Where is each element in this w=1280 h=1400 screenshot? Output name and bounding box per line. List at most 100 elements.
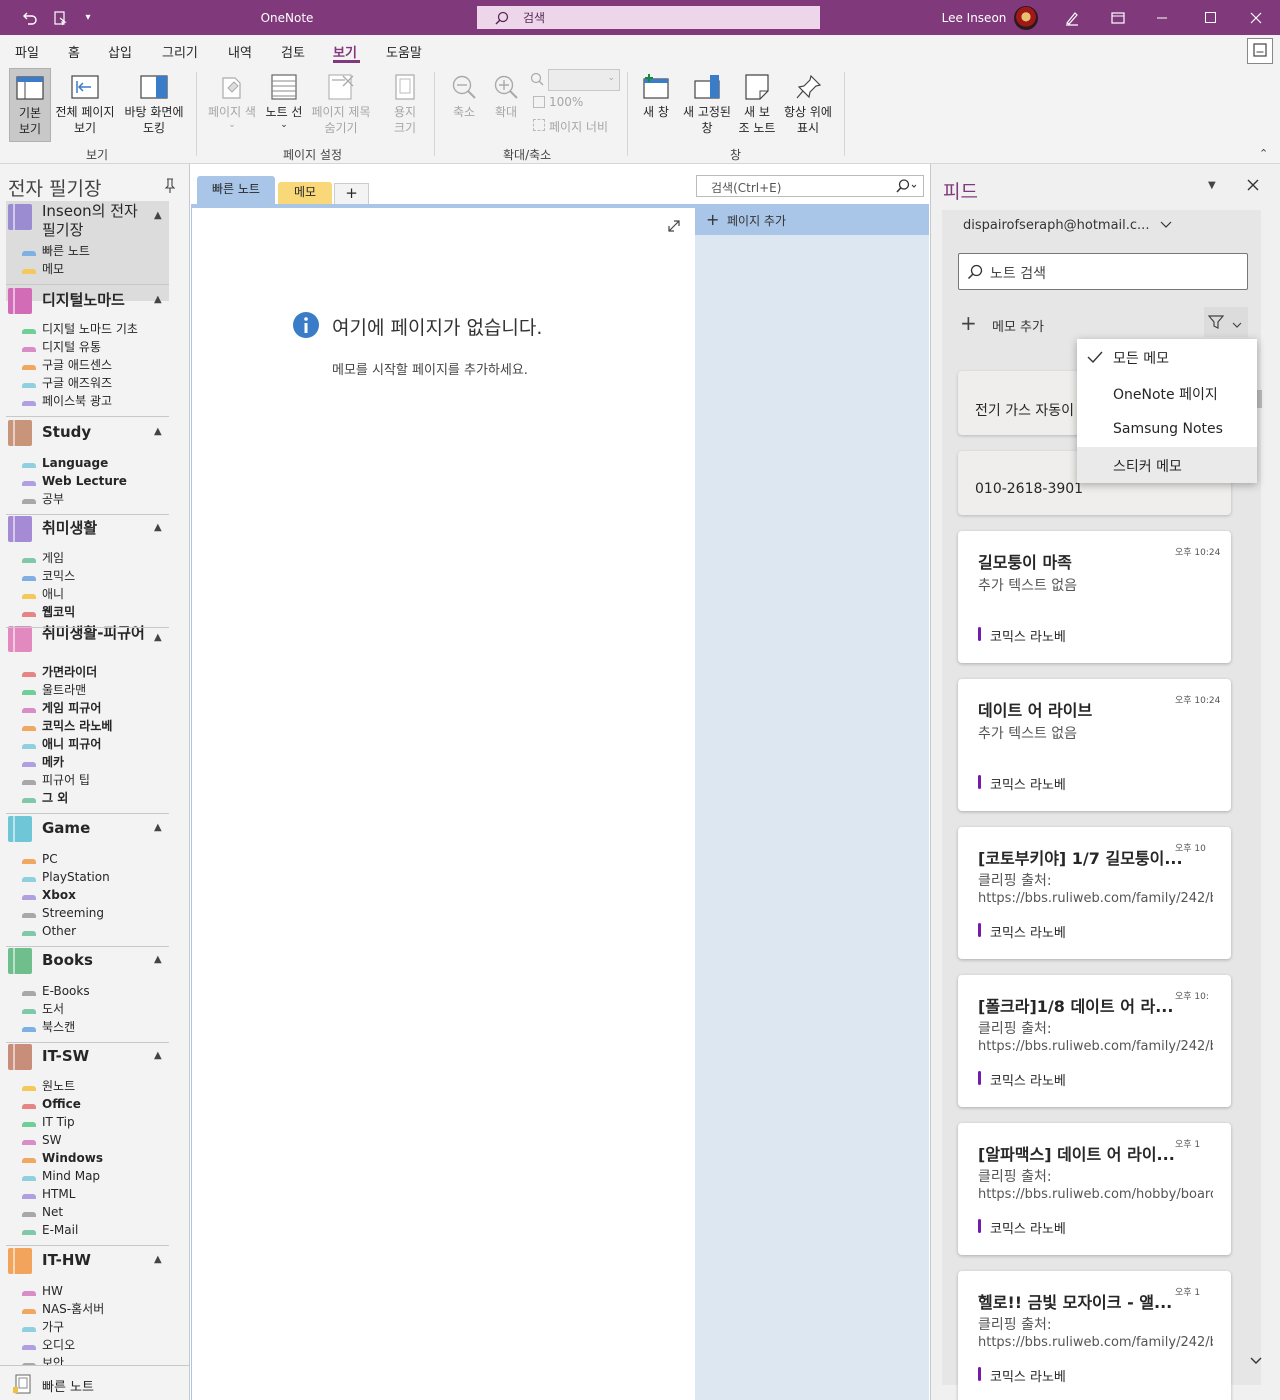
user-name[interactable]: Lee Inseon: [936, 0, 1012, 35]
tab-help[interactable]: 도움말: [386, 42, 422, 61]
tab-insert[interactable]: 삽입: [108, 42, 132, 61]
feed-options-icon[interactable]: ▼: [1208, 180, 1216, 191]
collapse-caret-icon[interactable]: ▲: [154, 822, 162, 833]
collapse-caret-icon[interactable]: ▲: [154, 632, 162, 643]
section-item[interactable]: NAS-홈서버: [42, 1300, 104, 1318]
zoom-100-button[interactable]: 100%: [549, 95, 583, 109]
section-item[interactable]: 코믹스 라노베: [42, 717, 112, 735]
collapse-caret-icon[interactable]: ▲: [154, 1254, 162, 1265]
section-item[interactable]: 빠른 노트: [42, 242, 90, 260]
section-item[interactable]: 메카: [42, 753, 64, 771]
section-item[interactable]: Xbox: [42, 886, 76, 904]
section-item[interactable]: Language: [42, 454, 108, 472]
tab-review[interactable]: 검토: [281, 42, 305, 61]
maximize-icon[interactable]: [1198, 0, 1222, 35]
tab-home[interactable]: 홈: [68, 42, 80, 61]
ribbon-display-icon[interactable]: [1106, 0, 1130, 35]
section-item[interactable]: 구글 애즈워즈: [42, 374, 112, 392]
paper-size-button[interactable]: 용지 크기: [384, 74, 426, 136]
collapse-caret-icon[interactable]: ▲: [154, 426, 162, 437]
section-item[interactable]: 디지털 유통: [42, 338, 101, 356]
quick-notes-bar[interactable]: 빠른 노트: [0, 1365, 189, 1400]
undo-icon[interactable]: [18, 0, 42, 35]
filter-option-sticky[interactable]: 스티커 메모: [1077, 447, 1257, 483]
page-width-button[interactable]: 페이지 너비: [549, 118, 608, 135]
expand-icon[interactable]: [667, 219, 683, 235]
feed-note-card[interactable]: [폴크라]1/8 데이트 어 라... 오후 10: 클리핑 출처: https://…: [958, 975, 1231, 1107]
notebook-header[interactable]: IT-SW ▲: [8, 1044, 170, 1078]
section-item[interactable]: 구글 애드센스: [42, 356, 112, 374]
section-item[interactable]: 원노트: [42, 1077, 75, 1095]
section-item[interactable]: 게임: [42, 549, 64, 567]
tab-view[interactable]: 보기: [333, 42, 357, 61]
section-item[interactable]: SW: [42, 1131, 61, 1149]
rule-lines-button[interactable]: 노트 선 ⌄: [262, 74, 306, 130]
new-side-note-button[interactable]: 새 보 조 노트: [735, 74, 779, 136]
section-item[interactable]: 페이스북 광고: [42, 392, 112, 410]
notebook-header[interactable]: Books ▲: [8, 948, 170, 982]
always-on-top-button[interactable]: 항상 위에 표시: [780, 74, 836, 136]
section-item[interactable]: Streeming: [42, 904, 104, 922]
section-item[interactable]: HW: [42, 1282, 63, 1300]
search-icon[interactable]: [895, 179, 919, 196]
section-item[interactable]: Mind Map: [42, 1167, 100, 1185]
section-tab-memo[interactable]: 메모: [278, 182, 332, 206]
collapse-ribbon-icon[interactable]: ⌃: [1259, 147, 1268, 160]
feed-toggle-button[interactable]: [1247, 38, 1273, 64]
avatar[interactable]: [1012, 0, 1040, 35]
tab-draw[interactable]: 그리기: [162, 42, 198, 61]
customize-toolbar-icon[interactable]: ▾: [80, 0, 96, 35]
scroll-down-icon[interactable]: [1250, 1354, 1262, 1368]
filter-option-onenote[interactable]: OneNote 페이지: [1077, 375, 1257, 411]
touch-mode-icon[interactable]: [48, 0, 72, 35]
normal-view-button[interactable]: 기본 보기: [9, 68, 51, 142]
section-item[interactable]: E-Mail: [42, 1221, 78, 1239]
collapse-caret-icon[interactable]: ▲: [154, 954, 162, 965]
close-feed-icon[interactable]: [1247, 179, 1261, 193]
notebook-header[interactable]: Game ▲: [8, 816, 170, 850]
section-item[interactable]: 애니 피규어: [42, 735, 101, 753]
feed-note-card[interactable]: 헬로!! 금빛 모자이크 - 앨... 오후 1 클리핑 출처: https://bb…: [958, 1271, 1231, 1400]
section-item[interactable]: 메모: [42, 260, 64, 278]
add-note-button[interactable]: + 메모 추가: [960, 313, 1080, 335]
filter-option-all[interactable]: 모든 메모: [1077, 339, 1257, 375]
feed-note-card[interactable]: 길모퉁이 마족 오후 10:24 추가 텍스트 없음 코믹스 라노베: [958, 531, 1231, 663]
collapse-caret-icon[interactable]: ▲: [154, 1050, 162, 1061]
section-item[interactable]: 오디오: [42, 1336, 75, 1354]
section-item[interactable]: E-Books: [42, 982, 90, 1000]
section-item[interactable]: HTML: [42, 1185, 75, 1203]
dock-to-desktop-button[interactable]: 바탕 화면에 도킹: [120, 74, 188, 136]
zoom-level-select[interactable]: ⌄: [548, 69, 620, 91]
tab-file[interactable]: 파일: [15, 42, 39, 61]
hide-page-title-button[interactable]: 페이지 제목 숨기기: [306, 74, 376, 136]
notebook-header[interactable]: 디지털노마드 ▲: [8, 288, 170, 322]
section-item[interactable]: Web Lecture: [42, 472, 127, 490]
section-item[interactable]: 그 외: [42, 789, 68, 807]
collapse-caret-icon[interactable]: ▲: [154, 294, 162, 305]
collapse-caret-icon[interactable]: ▲: [154, 210, 162, 221]
page-color-button[interactable]: 페이지 색 ⌄: [204, 74, 260, 130]
section-item[interactable]: 가면라이더: [42, 663, 97, 681]
notebook-header[interactable]: 취미생활 ▲: [8, 516, 170, 550]
filter-option-samsung[interactable]: Samsung Notes: [1077, 411, 1257, 447]
zoom-in-button[interactable]: 확대: [486, 74, 526, 120]
section-item[interactable]: 도서: [42, 1000, 64, 1018]
section-item[interactable]: 코믹스: [42, 567, 75, 585]
zoom-out-button[interactable]: 축소: [444, 74, 484, 120]
close-icon[interactable]: [1244, 0, 1268, 35]
section-tab-quick-notes[interactable]: 빠른 노트: [197, 176, 275, 206]
section-item[interactable]: 공부: [42, 490, 64, 508]
section-item[interactable]: 가구: [42, 1318, 64, 1336]
section-item[interactable]: PlayStation: [42, 868, 110, 886]
account-selector[interactable]: dispairofseraph@hotmail.c...: [963, 218, 1172, 233]
section-item[interactable]: IT Tip: [42, 1113, 75, 1131]
note-search-input[interactable]: 노트 검색: [958, 253, 1248, 290]
section-item[interactable]: 디지털 노마드 기초: [42, 320, 138, 338]
section-item[interactable]: 피규어 팁: [42, 771, 90, 789]
add-page-button[interactable]: + 페이지 추가: [695, 204, 929, 235]
section-item[interactable]: 웹코믹: [42, 603, 75, 621]
section-item[interactable]: Windows: [42, 1149, 103, 1167]
feed-note-card[interactable]: [알파맥스] 데이트 어 라이... 오후 1 클리핑 출처: https://bbs…: [958, 1123, 1231, 1255]
pen-icon[interactable]: [1060, 0, 1084, 35]
notebook-header[interactable]: Study ▲: [8, 420, 170, 454]
